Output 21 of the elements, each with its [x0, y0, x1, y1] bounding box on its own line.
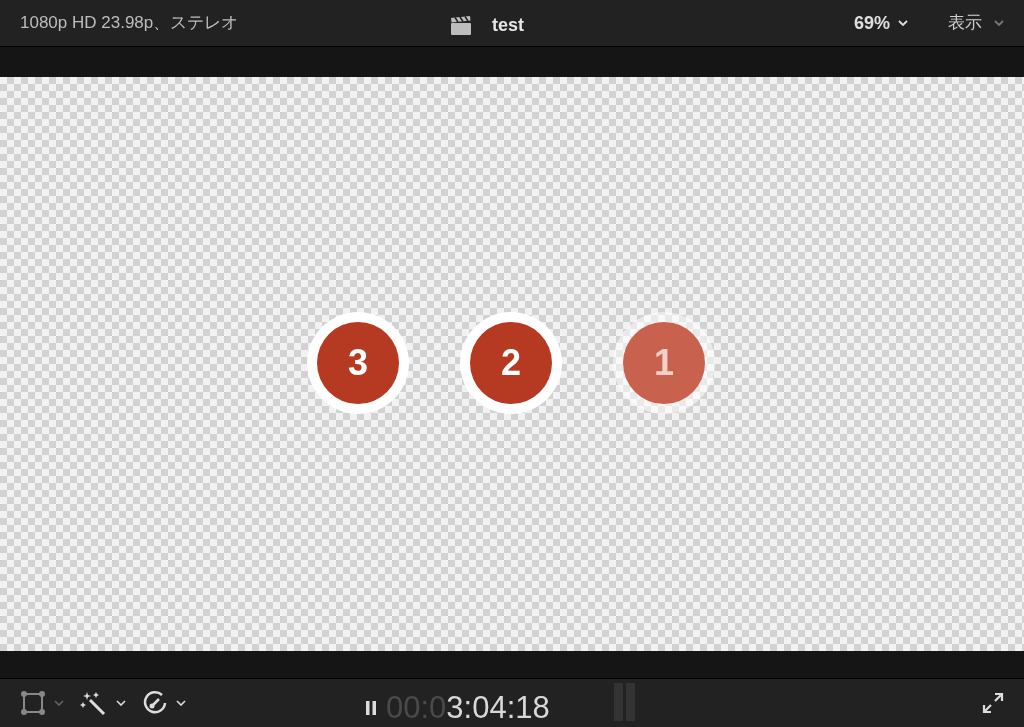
- number-badge: 2: [460, 312, 562, 414]
- chevron-down-icon: [898, 20, 908, 26]
- number-badge: 1: [613, 312, 715, 414]
- chevron-down-icon: [116, 700, 126, 706]
- chevron-down-icon: [176, 700, 186, 706]
- clapperboard-icon: [450, 15, 472, 36]
- chevron-down-icon: [994, 20, 1004, 26]
- speed-tool-button[interactable]: [142, 690, 186, 716]
- transform-icon: [20, 690, 46, 716]
- view-menu[interactable]: 表示: [948, 10, 1004, 36]
- fullscreen-icon[interactable]: [982, 692, 1004, 714]
- transform-tool-button[interactable]: [20, 690, 64, 716]
- number-badge: 3: [307, 312, 409, 414]
- enhance-tool-button[interactable]: [80, 690, 126, 716]
- format-label: 1080p HD 23.98p、ステレオ: [20, 12, 239, 35]
- speedometer-icon: [142, 690, 168, 716]
- chevron-down-icon: [54, 700, 64, 706]
- project-title: test: [492, 14, 524, 37]
- magic-wand-icon: [80, 690, 108, 716]
- timecode: 3:04:18: [446, 689, 550, 727]
- zoom-dropdown[interactable]: 69%: [853, 9, 908, 37]
